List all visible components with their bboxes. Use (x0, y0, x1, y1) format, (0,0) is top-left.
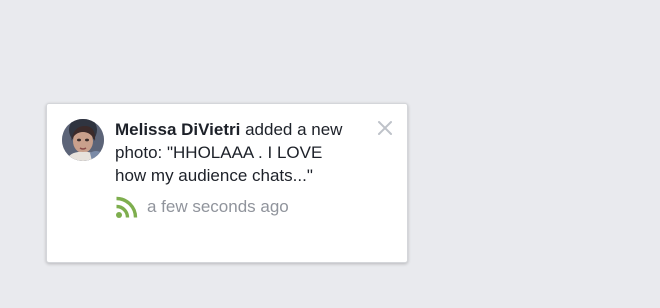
avatar[interactable] (62, 119, 104, 161)
notification-meta: a few seconds ago (115, 195, 355, 219)
notification-toast[interactable]: Melissa DiVietri added a new photo: "HHO… (46, 103, 408, 263)
feed-icon (116, 196, 138, 218)
notification-message: Melissa DiVietri added a new photo: "HHO… (115, 118, 355, 187)
avatar-photo (62, 119, 104, 161)
actor-name[interactable]: Melissa DiVietri (115, 120, 240, 139)
notification-content[interactable]: Melissa DiVietri added a new photo: "HHO… (115, 118, 355, 219)
close-icon (378, 121, 392, 135)
timestamp[interactable]: a few seconds ago (147, 197, 289, 217)
close-button[interactable] (375, 118, 395, 138)
